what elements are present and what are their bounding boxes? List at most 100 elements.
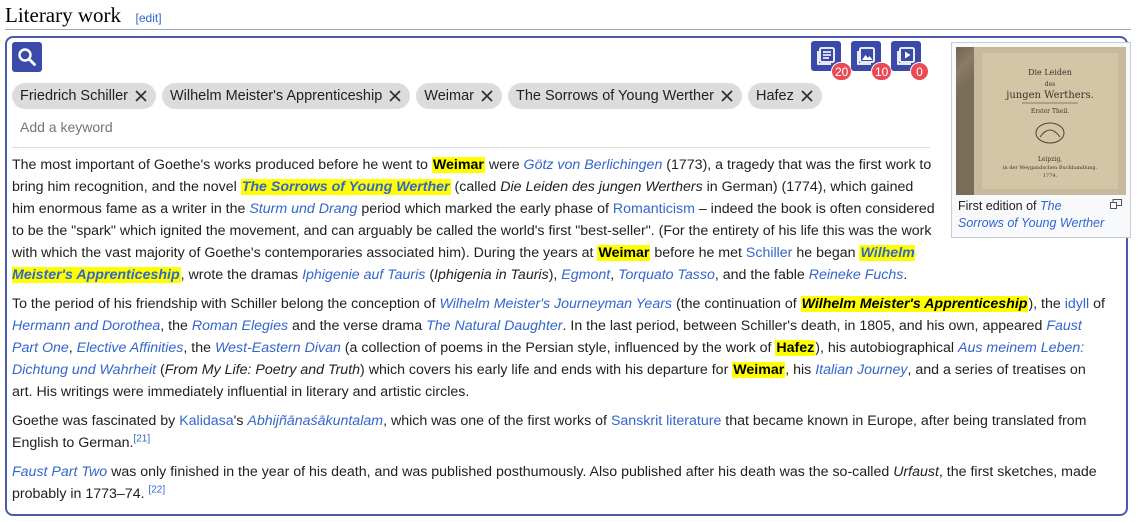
svg-text:Erster Theil.: Erster Theil. [1031, 108, 1069, 115]
text: , which was one of the first works of [383, 413, 611, 429]
italic-text: Urfaust [893, 464, 939, 480]
article-link[interactable]: Hermann and Dorothea [12, 318, 160, 334]
article-link[interactable]: Faust Part Two [12, 464, 107, 480]
text: , the [183, 340, 215, 356]
chip-label: Friedrich Schiller [20, 88, 128, 104]
close-icon[interactable] [134, 89, 148, 103]
text: , and the fable [714, 267, 809, 283]
list-count-badge: 20 [831, 62, 853, 81]
section-title: Literary work [5, 3, 122, 27]
list-icon [817, 47, 835, 65]
edit-link-wrapper: [edit] [135, 11, 162, 25]
text: Hafez [776, 340, 815, 356]
text: (called [450, 179, 501, 195]
close-icon[interactable] [388, 89, 402, 103]
text: ) which covers his early life and ends w… [360, 362, 733, 378]
keyword-highlight: Wilhelm Meister's Apprenticeship [800, 296, 1029, 312]
close-icon[interactable] [720, 89, 734, 103]
article-link[interactable]: The Sorrows of Young Werther [242, 179, 450, 195]
chip-label: Weimar [424, 88, 474, 104]
article-link[interactable]: Abhijñānaśākuntalam [247, 413, 383, 429]
text: (a collection of poems in the Persian st… [340, 340, 776, 356]
svg-text:jungen Werthers.: jungen Werthers. [1005, 90, 1094, 101]
keyword-highlight: Weimar [597, 245, 651, 261]
keyword-chip[interactable]: Weimar [416, 83, 502, 109]
keyword-chips: Friedrich Schiller Wilhelm Meister's App… [12, 83, 822, 109]
text: and the verse drama [288, 318, 427, 334]
divider [12, 147, 930, 148]
text: was only finished in the year of his dea… [107, 464, 894, 480]
article-link[interactable]: Sturm und Drang [249, 201, 357, 217]
text: Weimar [598, 245, 650, 261]
article-link[interactable]: Sanskrit literature [611, 413, 721, 429]
article-link[interactable]: The Natural Daughter [426, 318, 562, 334]
text: The most important of Goethe's works pro… [12, 157, 432, 173]
text: , the [160, 318, 192, 334]
text: , his [785, 362, 816, 378]
enlarge-icon[interactable] [1110, 199, 1122, 209]
article-link[interactable]: West-Eastern Divan [215, 340, 341, 356]
text: Weimar [733, 362, 785, 378]
text: Goethe was fascinated by [12, 413, 180, 429]
close-icon[interactable] [480, 89, 494, 103]
text: were [484, 157, 524, 173]
text: ( [425, 267, 435, 283]
italic-text: Wilhelm Meister's Apprenticeship [801, 296, 1028, 312]
keyword-chip[interactable]: Wilhelm Meister's Apprenticeship [161, 83, 411, 109]
text: 's [233, 413, 248, 429]
italic-text: From My Life: Poetry and Truth [164, 362, 361, 378]
chip-label: Hafez [755, 88, 794, 104]
article-link[interactable]: Wilhelm Meister's Journeyman Years [439, 296, 672, 312]
article-link[interactable]: Elective Affinities [77, 340, 184, 356]
keyword-highlight: Weimar [431, 157, 485, 173]
image-icon [857, 47, 875, 65]
article-content: The most important of Goethe's works pro… [12, 154, 1106, 512]
article-link[interactable]: Italian Journey [815, 362, 907, 378]
article-link[interactable]: Egmont [561, 267, 610, 283]
text: (the continuation of [672, 296, 801, 312]
keyword-chip[interactable]: Friedrich Schiller [12, 83, 156, 109]
keyword-highlight: The Sorrows of Young Werther [240, 179, 451, 195]
article-link[interactable]: [21] [133, 433, 150, 444]
text: To the period of his friendship with Sch… [12, 296, 440, 312]
text: . [903, 267, 908, 283]
keyword-input[interactable] [20, 119, 420, 135]
edit-link[interactable]: edit [139, 11, 158, 25]
article-link[interactable]: Schiller [746, 245, 793, 261]
text: ), the [1028, 296, 1065, 312]
text: ), [548, 267, 562, 283]
text: ), his autobiographical [815, 340, 958, 356]
keyword-highlight: Hafez [775, 340, 816, 356]
text: ( [156, 362, 165, 378]
svg-text:Die Leiden: Die Leiden [1028, 68, 1072, 77]
article-link[interactable]: Torquato Tasso [618, 267, 715, 283]
text: before he met [650, 245, 746, 261]
citation[interactable]: [21] [133, 433, 150, 444]
image-count-badge: 10 [871, 62, 893, 81]
text: Weimar [432, 157, 484, 173]
italic-text: Iphigenia in Tauris [434, 267, 549, 283]
keyword-chip[interactable]: The Sorrows of Young Werther [507, 83, 742, 109]
article-link[interactable]: Götz von Berlichingen [524, 157, 663, 173]
text: of [1089, 296, 1105, 312]
article-link[interactable]: Romanticism [613, 201, 695, 217]
text: . In the last period, between Schiller's… [562, 318, 1047, 334]
italic-text: Die Leiden des jungen Werthers [500, 179, 703, 195]
article-link[interactable]: Iphigenie auf Tauris [302, 267, 425, 283]
text: , wrote the dramas [180, 267, 303, 283]
keyword-chip[interactable]: Hafez [747, 83, 822, 109]
citation[interactable]: [22] [148, 484, 165, 495]
article-link[interactable]: [22] [148, 484, 165, 495]
search-icon [18, 48, 36, 66]
search-button[interactable] [12, 42, 42, 72]
video-count-badge: 0 [910, 62, 929, 81]
article-link[interactable]: idyll [1065, 296, 1089, 312]
close-icon[interactable] [800, 89, 814, 103]
article-link[interactable]: Kalidasa [179, 413, 233, 429]
paragraph: Goethe was fascinated by Kalidasa's Abhi… [12, 410, 1106, 454]
paragraph: To the period of his friendship with Sch… [12, 293, 1106, 403]
article-link[interactable]: Roman Elegies [192, 318, 288, 334]
article-link[interactable]: Reineke Fuchs [809, 267, 904, 283]
keyword-highlight: Weimar [732, 362, 786, 378]
text: , [610, 267, 619, 283]
